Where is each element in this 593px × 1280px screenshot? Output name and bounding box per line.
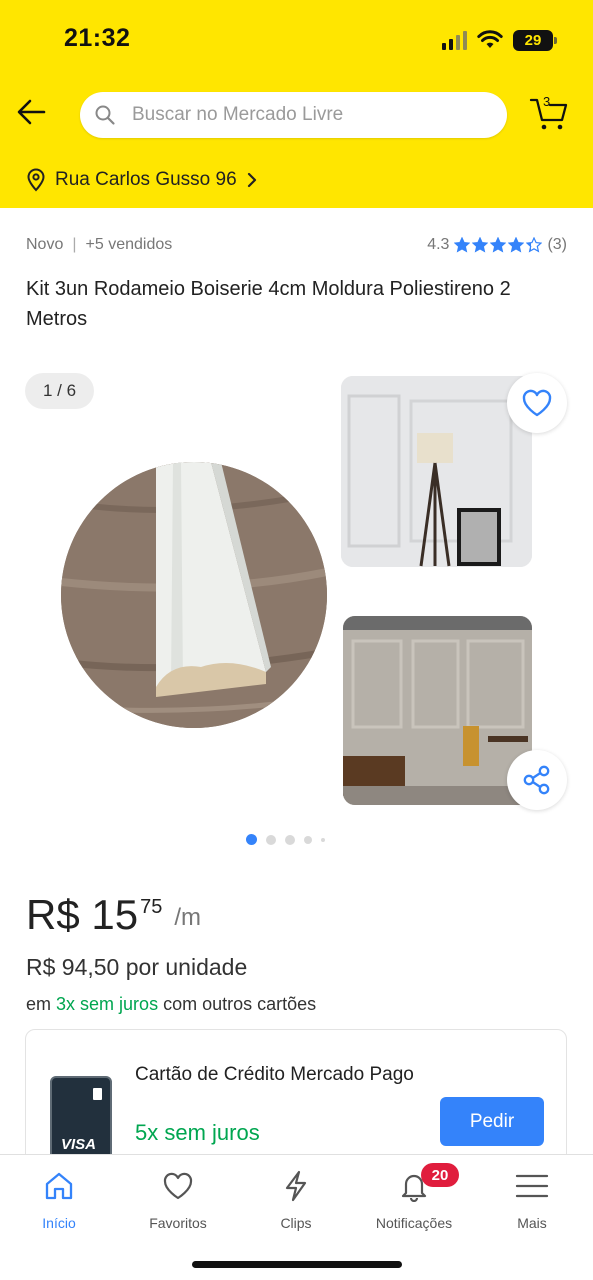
gallery-counter: 1 / 6 [25,373,94,409]
pagination-dot[interactable] [266,834,276,845]
product-meta: Novo | +5 vendidos [26,236,172,254]
room-photo-1 [341,376,532,567]
gallery-pagination [246,834,325,845]
nav-item-clips[interactable]: Clips [237,1169,355,1231]
home-indicator [192,1261,402,1268]
room-photo-2 [343,616,532,805]
meta-divider: | [72,236,77,253]
cart-button[interactable]: 3 [529,94,569,134]
address-text: Rua Carlos Gusso 96 [55,169,237,190]
price-main: R$ 15 [26,891,139,938]
nav-label-favoritos: Favoritos [149,1215,207,1231]
back-button[interactable] [14,94,50,130]
rating-value: 4.3 [427,236,450,253]
status-icons: 29 [442,28,557,52]
pagination-dot[interactable] [285,834,295,845]
price-per-unit: R$ 94,50 por unidade [26,954,248,980]
nav-item-notificacoes[interactable]: 20 Notificações [355,1163,473,1231]
product-image-main[interactable] [61,462,327,728]
nav-label-notificacoes: Notificações [375,1215,453,1231]
star-icon [526,237,543,253]
product-image-room-1[interactable] [341,376,532,567]
installments-highlight: 3x sem juros [56,994,159,1014]
nav-label-inicio: Início [42,1215,76,1231]
menu-icon [515,1169,549,1203]
installments-suffix: com outros cartões [163,994,317,1014]
pagination-dot[interactable] [321,837,325,842]
address-selector[interactable]: Rua Carlos Gusso 96 [26,166,258,194]
card-chip [93,1088,102,1100]
arrow-left-icon [17,99,46,125]
card-offer-installments: 5x sem juros [135,1120,260,1145]
location-pin-icon [27,168,45,192]
share-icon [523,765,550,795]
signal-icon [442,30,467,50]
lightning-icon [279,1169,313,1203]
visa-card-icon: VISA [50,1076,112,1166]
card-offer-title: Cartão de Crédito Mercado Pago [135,1064,414,1085]
heart-icon [522,389,552,417]
battery-level: 29 [524,31,542,49]
status-time: 21:32 [64,24,131,52]
nav-label-clips: Clips [280,1215,312,1231]
pagination-dot[interactable] [304,835,312,844]
review-count: (3) [547,236,567,253]
star-icon [454,237,471,253]
home-icon [42,1169,76,1203]
star-icon [508,237,525,253]
search-icon [95,105,115,125]
share-button[interactable] [507,750,567,810]
pagination-dot[interactable] [246,834,257,845]
nav-item-inicio[interactable]: Início [0,1169,118,1231]
installments-prefix: em [26,994,52,1014]
price: R$ 15 75 /m [26,890,201,940]
nav-item-mais[interactable]: Mais [473,1169,591,1231]
bottom-nav: Início Favoritos Clips 20 Notificações M… [0,1154,593,1280]
nav-item-favoritos[interactable]: Favoritos [119,1169,237,1231]
nav-label-mais: Mais [517,1215,547,1231]
price-unit: /m [174,904,201,931]
request-card-button[interactable]: Pedir [440,1097,544,1146]
chevron-right-icon [247,172,256,188]
header: 21:32 29 3 [0,0,593,208]
sold-count: +5 vendidos [85,236,173,253]
product-title: Kit 3un Rodameio Boiserie 4cm Moldura Po… [26,278,511,330]
condition-label: Novo [26,236,64,253]
star-icon [472,237,489,253]
heart-icon [161,1169,195,1203]
star-icon [490,237,507,253]
search-bar[interactable] [80,92,507,138]
cart-count: 3 [543,94,551,109]
installments-info[interactable]: em 3x sem juros com outros cartões [26,994,316,1015]
search-input[interactable] [132,104,452,126]
notifications-badge: 20 [421,1163,459,1187]
favorite-button[interactable] [507,373,567,433]
price-cents: 75 [140,896,163,918]
wifi-icon [477,30,503,48]
product-image-room-2[interactable] [343,616,532,805]
card-brand: VISA [61,1136,97,1153]
rating-stars [454,237,543,253]
rating-summary[interactable]: 4.3 (3) [427,236,567,254]
molding-photo [61,462,327,728]
battery-icon: 29 [513,29,557,51]
